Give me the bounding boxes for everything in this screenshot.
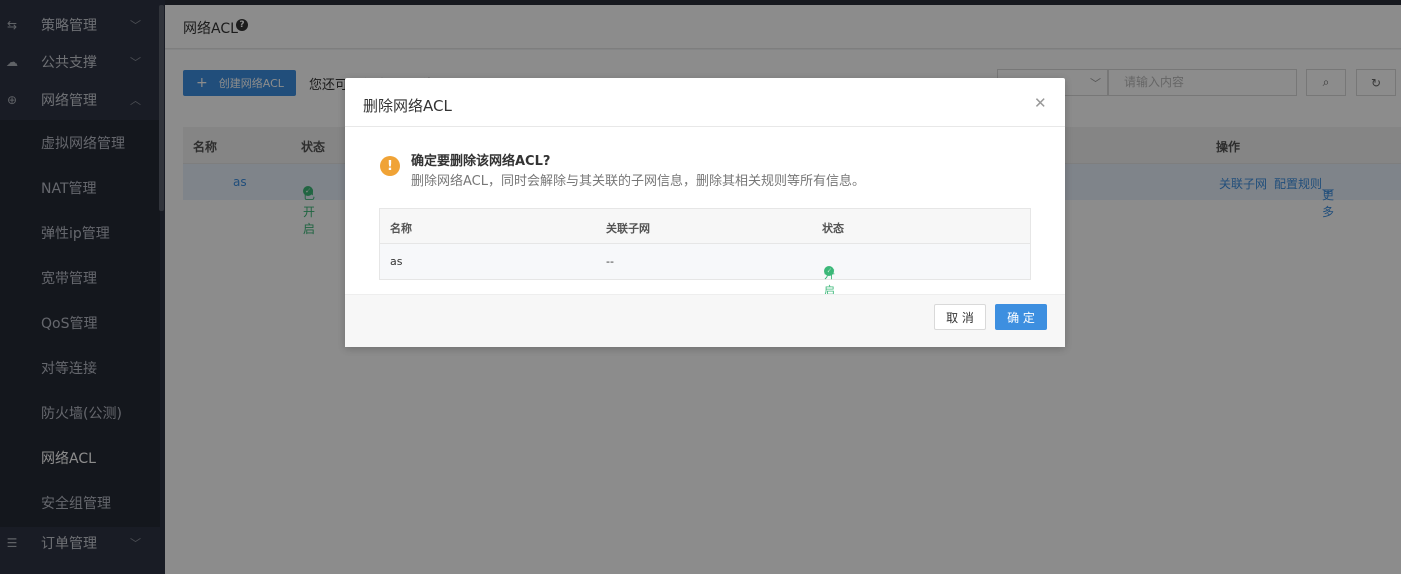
modal-row-name: as [390,255,403,268]
delete-acl-modal: 删除网络ACL ✕ ! 确定要删除该网络ACL? 删除网络ACL，同时会解除与其… [345,78,1065,347]
modal-footer: 取 消 确 定 [345,294,1065,347]
confirm-button[interactable]: 确 定 [995,304,1047,330]
modal-column-subnet: 关联子网 [606,222,650,235]
confirm-description: 删除网络ACL，同时会解除与其关联的子网信息，删除其相关规则等所有信息。 [411,174,865,189]
modal-header: 删除网络ACL ✕ [345,78,1065,127]
table-row: as -- ✓ 开启 [380,244,1030,297]
confirm-title: 确定要删除该网络ACL? [411,154,551,169]
cancel-button[interactable]: 取 消 [934,304,986,330]
close-icon[interactable]: ✕ [1034,94,1047,112]
warning-icon: ! [380,156,400,176]
modal-table-header: 名称 关联子网 状态 [380,209,1030,244]
modal-column-status: 状态 [822,222,844,235]
modal-title: 删除网络ACL [363,97,452,115]
modal-column-name: 名称 [390,222,412,235]
modal-table: 名称 关联子网 状态 as -- ✓ 开启 [379,208,1031,297]
modal-row-subnet: -- [606,255,614,268]
